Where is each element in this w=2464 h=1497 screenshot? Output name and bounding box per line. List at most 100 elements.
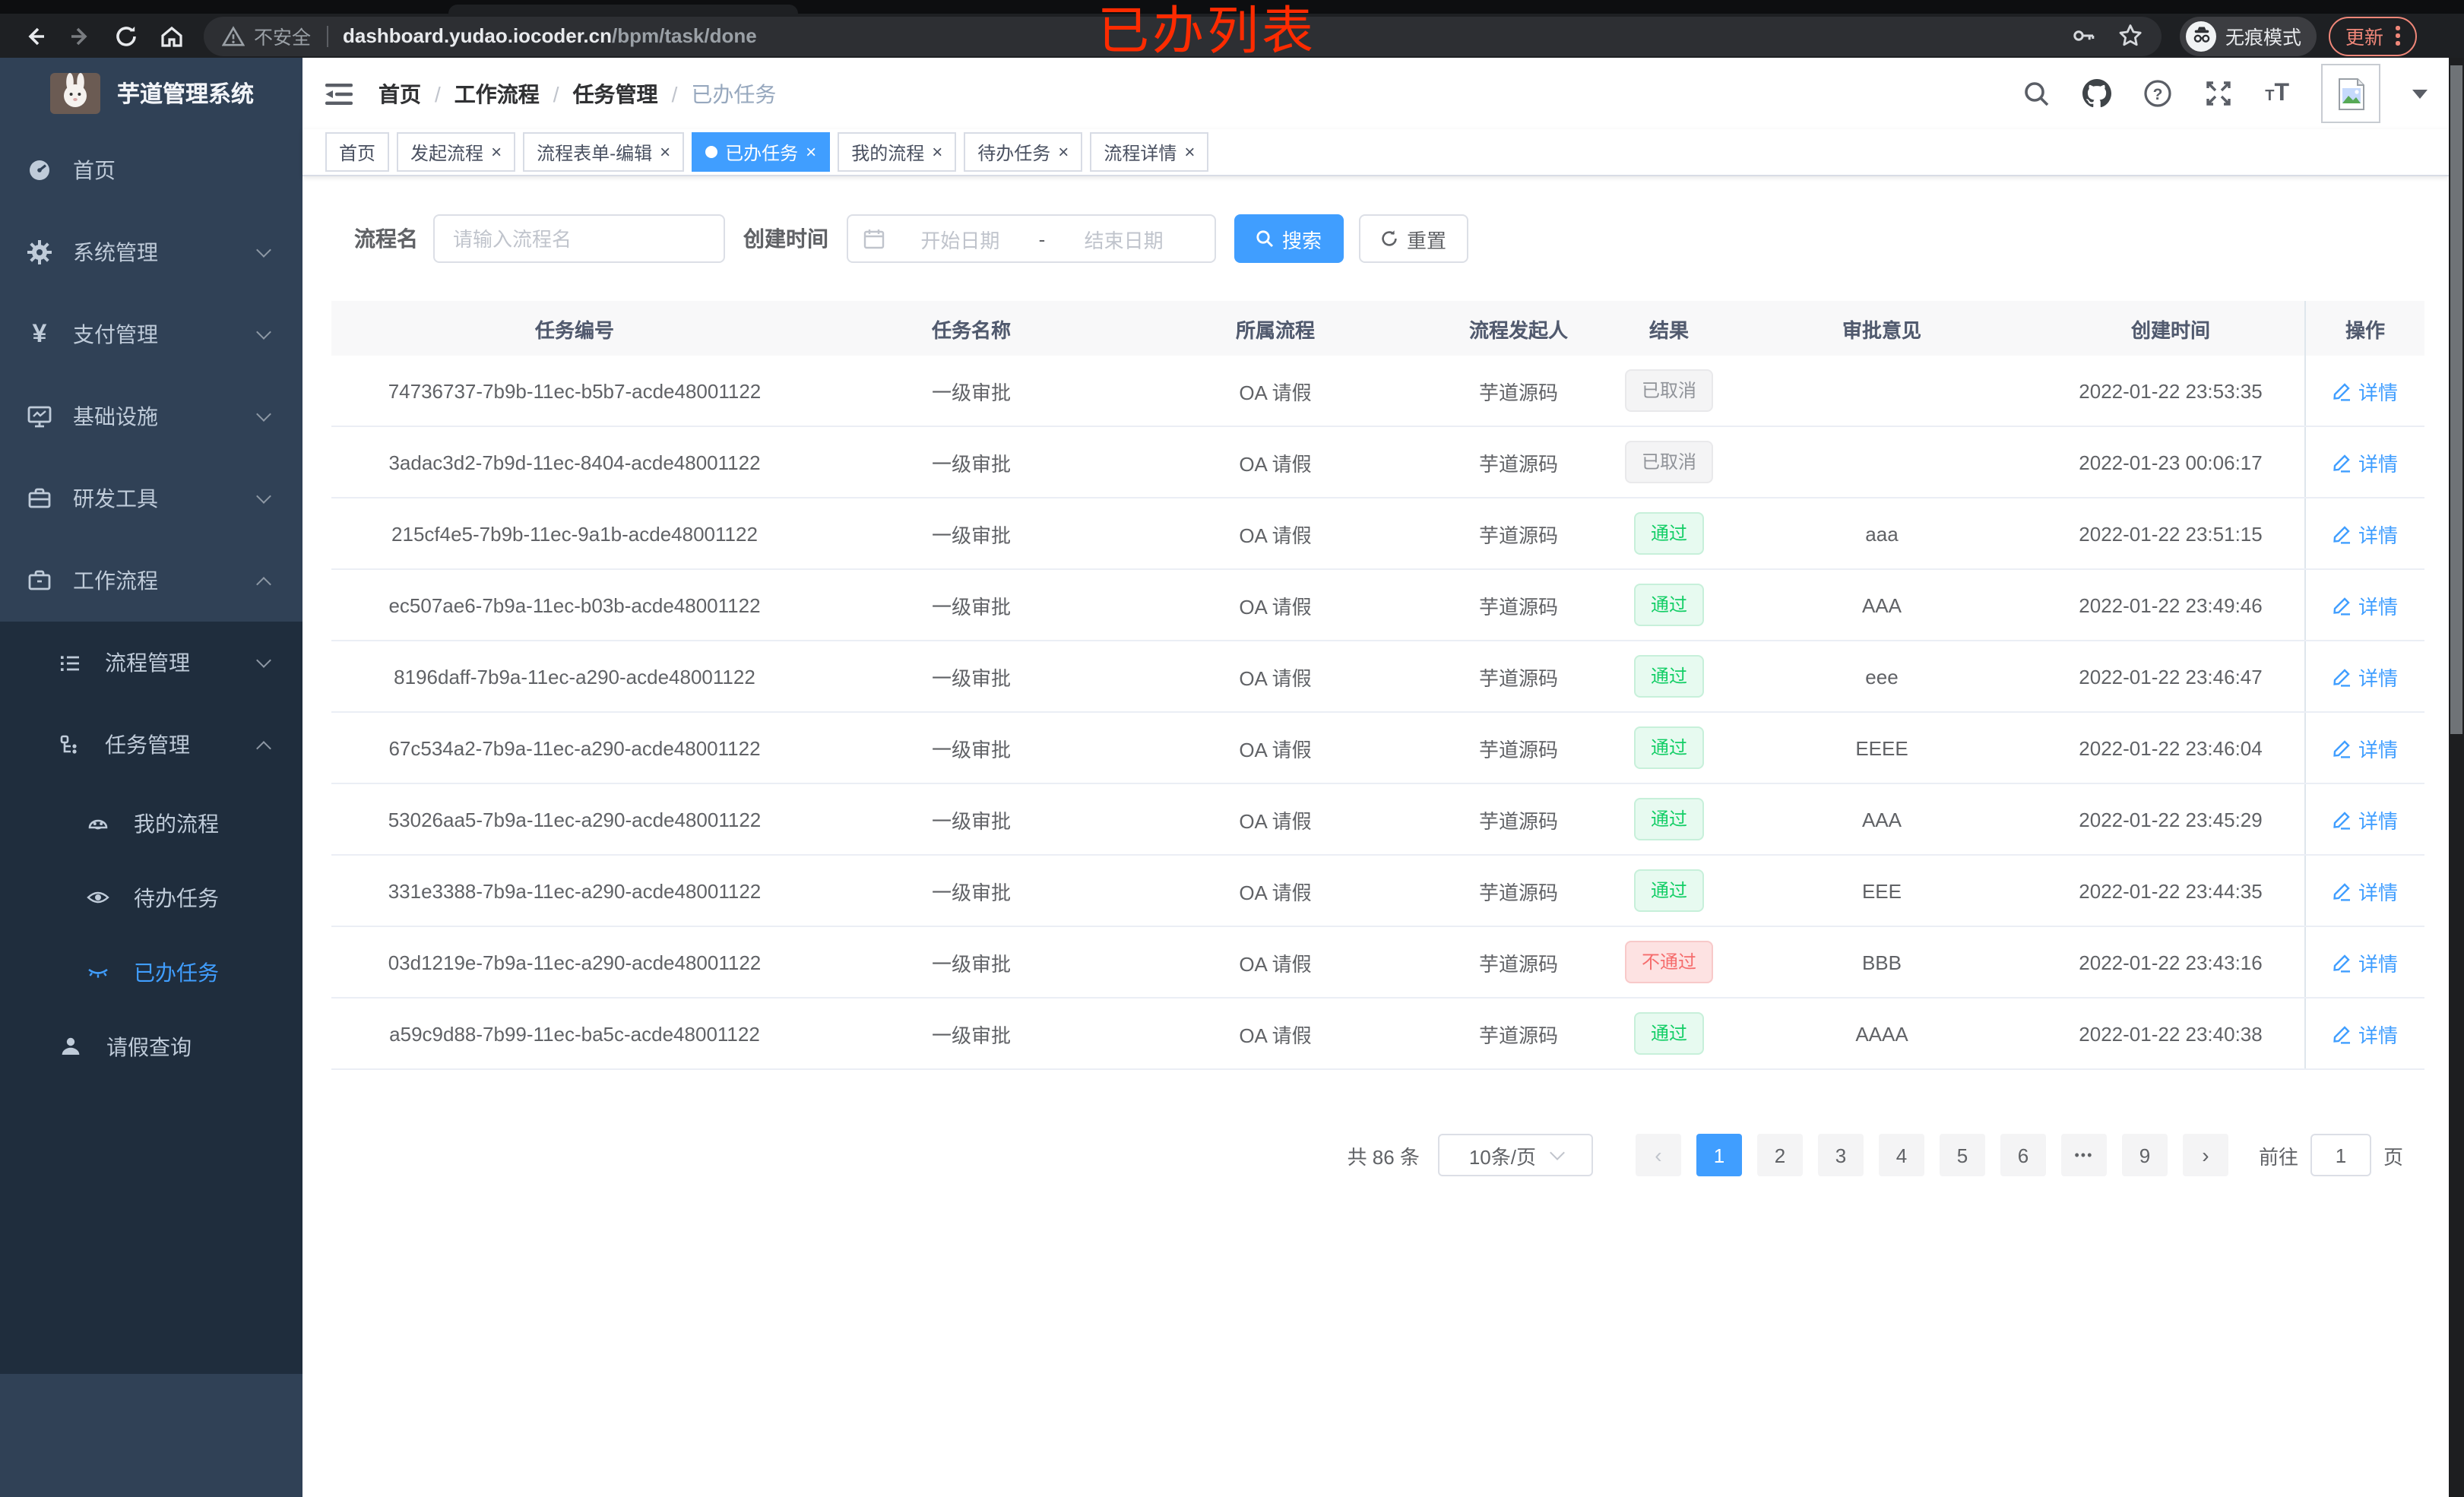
flow-tree-icon — [59, 733, 82, 756]
close-icon[interactable]: × — [806, 143, 816, 161]
col-starter: 流程发起人 — [1468, 318, 1568, 341]
sidebar-item-devtools[interactable]: 研发工具 — [0, 457, 302, 540]
page-size-select[interactable]: 10条/页 — [1437, 1134, 1593, 1176]
page-button-3[interactable]: 3 — [1817, 1134, 1864, 1176]
status-badge: 通过 — [1633, 584, 1704, 626]
forward-icon[interactable] — [58, 16, 103, 55]
sidebar-item-done-tasks[interactable]: 已办任务 — [0, 935, 302, 1009]
process-name-input[interactable] — [433, 214, 725, 263]
page-button-1[interactable]: 1 — [1696, 1134, 1742, 1176]
close-icon[interactable]: × — [932, 143, 942, 161]
sidebar-item-label: 待办任务 — [134, 885, 219, 910]
detail-link[interactable]: 详情 — [2333, 376, 2398, 405]
github-icon[interactable] — [2082, 79, 2112, 108]
tab-done-tasks[interactable]: 已办任务 × — [692, 132, 831, 172]
search-icon[interactable] — [2023, 80, 2051, 107]
detail-link[interactable]: 详情 — [2333, 519, 2398, 548]
prev-page-button[interactable]: ‹ — [1635, 1134, 1681, 1176]
header-actions: ? TT — [2023, 64, 2428, 123]
password-key-icon[interactable] — [2070, 23, 2096, 49]
next-page-button[interactable]: › — [2182, 1134, 2228, 1176]
incognito-icon — [2186, 21, 2216, 51]
sidebar-item-my-process[interactable]: 我的流程 — [0, 786, 302, 860]
search-button[interactable]: 搜索 — [1234, 214, 1344, 263]
detail-link[interactable]: 详情 — [2333, 733, 2398, 762]
active-dot — [705, 146, 718, 158]
detail-link[interactable]: 详情 — [2333, 805, 2398, 834]
browser-tab[interactable] — [448, 5, 798, 14]
table-row: 3adac3d2-7b9d-11ec-8404-acde48001122 一级审批… — [331, 427, 2424, 498]
detail-link[interactable]: 详情 — [2333, 876, 2398, 905]
sidebar-item-infra[interactable]: 基础设施 — [0, 375, 302, 457]
table-row: a59c9d88-7b99-11ec-ba5c-acde48001122 一级审批… — [331, 999, 2424, 1070]
browser-menu-icon[interactable] — [2396, 26, 2400, 46]
help-icon[interactable]: ? — [2143, 79, 2172, 108]
tab-todo-tasks[interactable]: 待办任务 × — [964, 132, 1083, 172]
page-button-6[interactable]: 6 — [2000, 1134, 2046, 1176]
date-range-picker[interactable]: 开始日期 - 结束日期 — [847, 214, 1216, 263]
scrollbar-thumb[interactable] — [2450, 65, 2462, 734]
sidebar-item-leave-query[interactable]: 请假查询 — [0, 1009, 302, 1084]
status-badge: 已取消 — [1624, 441, 1713, 483]
close-icon[interactable]: × — [660, 143, 670, 161]
sidebar-item-workflow[interactable]: 工作流程 — [0, 540, 302, 622]
tab-my-process[interactable]: 我的流程 × — [838, 132, 957, 172]
avatar[interactable] — [2321, 64, 2380, 123]
close-icon[interactable]: × — [1058, 143, 1069, 161]
sidebar-item-process-mgmt[interactable]: 流程管理 — [0, 622, 302, 704]
detail-link[interactable]: 详情 — [2333, 590, 2398, 619]
close-icon[interactable]: × — [491, 143, 502, 161]
avatar-dropdown-icon[interactable] — [2412, 89, 2428, 98]
svg-text:?: ? — [2153, 86, 2163, 103]
bookmark-star-icon[interactable] — [2117, 23, 2143, 49]
sidebar-item-label: 系统管理 — [73, 240, 158, 264]
sidebar-item-todo-tasks[interactable]: 待办任务 — [0, 860, 302, 935]
home-icon[interactable] — [149, 16, 195, 55]
table-row: 331e3388-7b9a-11ec-a290-acde48001122 一级审批… — [331, 856, 2424, 927]
breadcrumb-current: 已办任务 — [691, 81, 777, 106]
page-button-9[interactable]: 9 — [2121, 1134, 2168, 1176]
breadcrumb-workflow[interactable]: 工作流程 — [454, 78, 540, 109]
back-icon[interactable] — [12, 16, 58, 55]
breadcrumb-home[interactable]: 首页 — [378, 78, 421, 109]
hamburger-collapse-icon[interactable] — [324, 80, 354, 107]
page-button-2[interactable]: 2 — [1756, 1134, 1803, 1176]
screen: 不安全 dashboard.yudao.iocoder.cn /bpm/task… — [0, 0, 2464, 1497]
sidebar-item-home[interactable]: 首页 — [0, 129, 302, 211]
more-pages-button[interactable]: ••• — [2060, 1134, 2107, 1176]
tab-form-edit[interactable]: 流程表单-编辑 × — [523, 132, 685, 172]
tab-home[interactable]: 首页 — [325, 132, 390, 172]
sidebar-item-system[interactable]: 系统管理 — [0, 211, 302, 293]
goto-page-input[interactable] — [2310, 1134, 2371, 1176]
incognito-badge: 无痕模式 — [2180, 16, 2317, 55]
face-icon — [87, 812, 109, 834]
tab-process-detail[interactable]: 流程详情 × — [1090, 132, 1209, 172]
sidebar-item-label: 我的流程 — [134, 811, 219, 835]
font-size-icon[interactable]: TT — [2265, 80, 2289, 107]
page-button-5[interactable]: 5 — [1939, 1134, 1985, 1176]
fullscreen-icon[interactable] — [2204, 79, 2233, 108]
reset-button[interactable]: 重置 — [1359, 214, 1468, 263]
detail-link[interactable]: 详情 — [2333, 662, 2398, 691]
edit-pen-icon — [2334, 668, 2351, 686]
close-icon[interactable]: × — [1184, 143, 1195, 161]
tab-start-process[interactable]: 发起流程 × — [397, 132, 516, 172]
start-date-placeholder: 开始日期 — [920, 229, 1000, 252]
reload-icon[interactable] — [103, 16, 149, 55]
breadcrumb-task-mgmt[interactable]: 任务管理 — [573, 78, 658, 109]
sidebar-item-payment[interactable]: ¥ 支付管理 — [0, 293, 302, 375]
eye-closed-icon — [87, 961, 109, 983]
status-badge: 已取消 — [1624, 369, 1713, 412]
browser-update-button[interactable]: 更新 — [2329, 16, 2417, 55]
page-button-4[interactable]: 4 — [1878, 1134, 1924, 1176]
briefcase-icon — [27, 568, 52, 593]
detail-link[interactable]: 详情 — [2333, 1019, 2398, 1048]
page-scrollbar[interactable] — [2449, 58, 2464, 1497]
sidebar-item-task-mgmt[interactable]: 任务管理 — [0, 704, 302, 786]
app-logo — [50, 73, 100, 114]
user-icon — [59, 1035, 82, 1058]
search-icon — [1257, 230, 1274, 247]
eye-open-icon — [87, 886, 109, 909]
detail-link[interactable]: 详情 — [2333, 448, 2398, 476]
detail-link[interactable]: 详情 — [2333, 948, 2398, 976]
